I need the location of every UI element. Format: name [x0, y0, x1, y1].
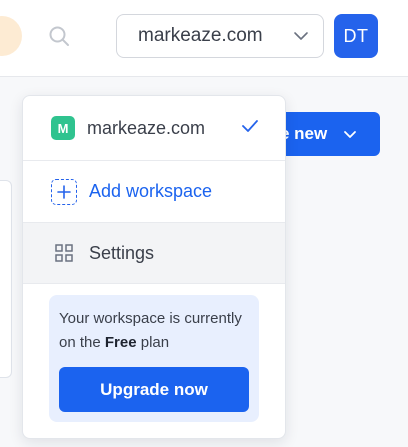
workspace-dropdown: M markeaze.com Add workspace Settings Yo… [22, 95, 286, 439]
avatar[interactable]: DT [334, 14, 378, 58]
logo-dot [0, 16, 22, 56]
workspace-select[interactable]: markeaze.com [116, 14, 324, 58]
upgrade-button[interactable]: Upgrade now [59, 367, 249, 412]
search-icon[interactable] [47, 24, 71, 48]
top-bar: markeaze.com DT [0, 0, 408, 76]
plan-name: Free [104, 334, 137, 351]
settings-item[interactable]: Settings [23, 223, 285, 284]
settings-label: Settings [89, 242, 155, 263]
grid-icon [55, 244, 73, 262]
add-workspace-label: Add workspace [89, 181, 213, 201]
workspace-option[interactable]: M markeaze.com [23, 96, 285, 161]
add-workspace-item[interactable]: Add workspace [23, 161, 285, 223]
background-card [0, 180, 12, 378]
plan-info-box: Your workspace is currently on the Free … [49, 295, 259, 422]
plan-text-suffix: plan [140, 334, 170, 351]
create-new-label: e new [280, 124, 328, 143]
workspace-option-label: markeaze.com [87, 117, 206, 138]
workspace-select-label: markeaze.com [138, 25, 263, 46]
plan-text: Your workspace is currently on the Free … [59, 307, 249, 355]
check-icon [242, 120, 258, 132]
chevron-down-icon [294, 32, 308, 40]
workspace-badge: M [51, 116, 75, 140]
chevron-down-icon [344, 130, 357, 138]
plus-icon [51, 178, 77, 205]
